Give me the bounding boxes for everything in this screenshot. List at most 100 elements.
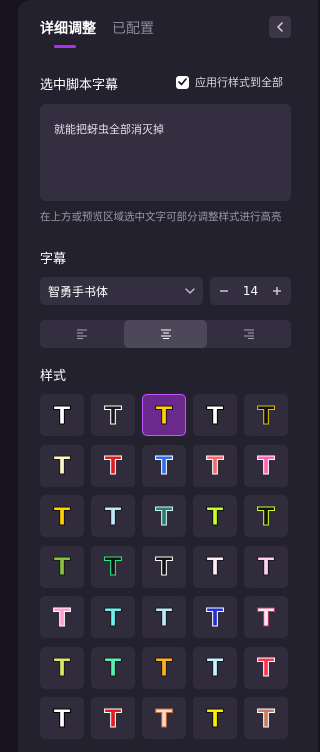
- font-size-stepper: 14: [210, 277, 291, 305]
- decrease-size-button[interactable]: [217, 284, 231, 298]
- font-family-select[interactable]: 智勇手书体: [40, 277, 203, 305]
- style-preset-glyph: T: [104, 501, 122, 531]
- style-preset-glyph: T: [53, 703, 71, 733]
- style-preset-tile[interactable]: T: [244, 697, 288, 739]
- style-preset-tile[interactable]: T: [40, 646, 84, 689]
- style-preset-tile[interactable]: T: [40, 697, 84, 739]
- style-preset-tile[interactable]: T: [40, 596, 84, 638]
- chevron-left-icon: [277, 22, 283, 32]
- style-preset-tile[interactable]: T: [142, 394, 186, 436]
- style-preset-tile[interactable]: T: [193, 444, 237, 487]
- style-preset-glyph: T: [104, 703, 122, 733]
- style-preset-glyph: T: [257, 501, 275, 531]
- style-preset-tile[interactable]: T: [91, 646, 135, 689]
- style-preset-glyph: T: [155, 653, 173, 682]
- style-preset-glyph: T: [104, 653, 122, 682]
- style-preset-tile[interactable]: T: [142, 596, 186, 638]
- style-preset-glyph: T: [206, 703, 224, 733]
- collapse-panel-button[interactable]: [269, 16, 291, 38]
- style-preset-tile[interactable]: T: [40, 394, 84, 436]
- style-preset-tile[interactable]: T: [244, 444, 288, 487]
- style-preset-glyph: T: [257, 451, 275, 480]
- style-preset-tile[interactable]: T: [91, 697, 135, 739]
- style-preset-glyph: T: [104, 552, 122, 581]
- style-preset-glyph: T: [53, 653, 71, 682]
- style-preset-glyph: T: [257, 400, 275, 430]
- align-left-button[interactable]: [40, 320, 124, 348]
- apply-all-checkbox[interactable]: [176, 75, 189, 89]
- selected-text-title: 选中脚本字幕: [40, 78, 119, 93]
- style-preset-tile[interactable]: T: [40, 444, 84, 487]
- style-preset-glyph: T: [206, 602, 224, 632]
- align-left-icon: [76, 329, 87, 339]
- style-preset-tile[interactable]: T: [91, 495, 135, 537]
- style-preset-glyph: T: [155, 501, 173, 531]
- style-preset-tile[interactable]: T: [40, 495, 84, 537]
- text-alignment-group: [40, 320, 291, 348]
- tab-detail-adjust[interactable]: 详细调整: [40, 18, 96, 38]
- align-right-icon: [244, 329, 255, 339]
- style-preset-tile[interactable]: T: [193, 596, 237, 638]
- style-preset-tile[interactable]: T: [193, 495, 237, 537]
- subtitle-section-title: 字幕: [40, 252, 67, 267]
- style-preset-tile[interactable]: T: [142, 545, 186, 588]
- style-preset-glyph: T: [104, 400, 122, 430]
- chevron-down-icon: [185, 288, 195, 294]
- style-preset-tile[interactable]: T: [142, 697, 186, 739]
- style-preset-tile[interactable]: T: [193, 545, 237, 588]
- style-preset-glyph: T: [257, 602, 275, 632]
- subtitle-settings-panel: 详细调整 已配置 选中脚本字幕 应用行样式到全部 就能把蚜虫全部消灭掉 在上方或…: [18, 0, 318, 752]
- font-size-value[interactable]: 14: [243, 284, 258, 298]
- style-preset-glyph: T: [155, 451, 173, 480]
- style-preset-tile[interactable]: T: [40, 545, 84, 588]
- style-preset-glyph: T: [206, 501, 224, 531]
- style-preset-glyph: T: [53, 602, 71, 632]
- style-preset-tile[interactable]: T: [142, 495, 186, 537]
- tab-configured[interactable]: 已配置: [112, 18, 154, 38]
- apply-all-label[interactable]: 应用行样式到全部: [195, 74, 283, 90]
- minus-icon: [220, 290, 228, 292]
- style-preset-glyph: T: [155, 400, 173, 430]
- style-preset-glyph: T: [155, 552, 173, 581]
- selection-hint: 在上方或预览区域选中文字可部分调整样式进行高亮: [40, 211, 282, 223]
- style-preset-tile[interactable]: T: [244, 394, 288, 436]
- style-preset-tile[interactable]: T: [193, 646, 237, 689]
- style-preset-tile[interactable]: T: [244, 495, 288, 537]
- active-tab-indicator: [54, 45, 76, 48]
- style-preset-glyph: T: [257, 552, 275, 581]
- plus-icon: [273, 287, 281, 295]
- style-preset-tile[interactable]: T: [91, 596, 135, 638]
- style-section-title: 样式: [40, 369, 67, 384]
- style-preset-glyph: T: [257, 703, 275, 733]
- align-right-button[interactable]: [207, 320, 291, 348]
- style-preset-glyph: T: [53, 451, 71, 480]
- style-preset-glyph: T: [53, 501, 71, 531]
- style-preset-glyph: T: [206, 552, 224, 581]
- style-preset-glyph: T: [206, 451, 224, 480]
- align-center-icon: [160, 329, 171, 339]
- style-preset-tile[interactable]: T: [142, 444, 186, 487]
- subtitle-text-area[interactable]: 就能把蚜虫全部消灭掉: [40, 104, 291, 201]
- style-preset-tile[interactable]: T: [193, 394, 237, 436]
- apply-all-checkbox-row[interactable]: 应用行样式到全部: [176, 74, 283, 90]
- style-preset-glyph: T: [53, 400, 71, 430]
- style-preset-tile[interactable]: T: [244, 545, 288, 588]
- style-preset-tile[interactable]: T: [91, 444, 135, 487]
- style-preset-glyph: T: [104, 451, 122, 480]
- style-preset-glyph: T: [206, 400, 224, 430]
- style-preset-tile[interactable]: T: [91, 545, 135, 588]
- align-center-button[interactable]: [123, 320, 208, 348]
- style-preset-glyph: T: [206, 653, 224, 682]
- style-preset-glyph: T: [155, 602, 173, 632]
- style-preset-tile[interactable]: T: [193, 697, 237, 739]
- style-preset-tile[interactable]: T: [244, 596, 288, 638]
- style-preset-glyph: T: [155, 703, 173, 733]
- style-preset-tile[interactable]: T: [91, 394, 135, 436]
- font-family-value: 智勇手书体: [48, 284, 109, 299]
- subtitle-text-value: 就能把蚜虫全部消灭掉: [54, 123, 164, 136]
- style-preset-tile[interactable]: T: [142, 646, 186, 689]
- style-preset-glyph: T: [53, 552, 71, 581]
- style-preset-tile[interactable]: T: [244, 646, 288, 689]
- increase-size-button[interactable]: [270, 284, 284, 298]
- checkmark-icon: [178, 78, 187, 86]
